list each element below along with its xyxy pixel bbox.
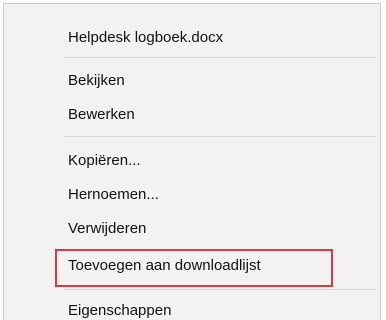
menu-item-bewerken[interactable]: Bewerken	[4, 97, 380, 131]
menu-item-file-name-label: Helpdesk logboek.docx	[68, 28, 224, 46]
menu-item-toevoegen-aan-downloadlijst-label: Toevoegen aan downloadlijst	[68, 256, 261, 274]
menu-separator	[64, 136, 376, 137]
menu-item-verwijderen-label: Verwijderen	[68, 219, 147, 237]
menu-item-hernoemen[interactable]: Hernoemen...	[4, 177, 380, 211]
menu-item-eigenschappen[interactable]: Eigenschappen	[4, 293, 380, 320]
menu-item-hernoemen-label: Hernoemen...	[68, 185, 159, 203]
menu-item-kopieren-label: Kopiëren...	[68, 151, 141, 169]
menu-item-eigenschappen-label: Eigenschappen	[68, 301, 172, 319]
menu-item-bewerken-label: Bewerken	[68, 105, 135, 123]
menu-separator	[64, 57, 376, 58]
menu-item-bekijken[interactable]: Bekijken	[4, 63, 380, 97]
menu-separator	[64, 289, 376, 290]
context-menu: Helpdesk logboek.docx Bekijken Bewerken …	[3, 3, 381, 320]
menu-item-verwijderen[interactable]: Verwijderen	[4, 211, 380, 245]
menu-item-bekijken-label: Bekijken	[68, 71, 125, 89]
menu-item-kopieren[interactable]: Kopiëren...	[4, 143, 380, 177]
menu-item-file-name[interactable]: Helpdesk logboek.docx	[4, 20, 380, 54]
menu-item-toevoegen-aan-downloadlijst[interactable]: Toevoegen aan downloadlijst	[4, 248, 380, 282]
